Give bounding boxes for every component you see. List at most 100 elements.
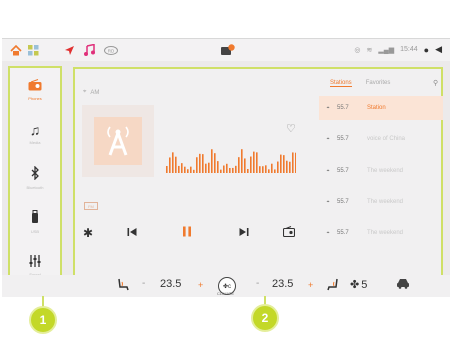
- right-temp-increase-button[interactable]: +: [308, 280, 313, 290]
- sidebar-item-label: USB: [30, 229, 40, 234]
- waveform-bar: [265, 165, 267, 173]
- right-temperature: 23.5: [272, 278, 294, 290]
- callout-2: 2: [251, 304, 279, 332]
- wifi-icon: ≋: [366, 46, 373, 54]
- sidebar-item-bluetooth[interactable]: Bluetooth: [10, 158, 60, 198]
- music-icon[interactable]: [84, 43, 95, 57]
- tab-stations[interactable]: Stations: [330, 80, 352, 87]
- driver-seat-heat-icon[interactable]: [116, 278, 130, 294]
- passenger-seat-heat-icon[interactable]: [326, 278, 340, 294]
- waveform-bar: [256, 152, 258, 173]
- notification-icon[interactable]: [221, 43, 235, 57]
- waveform-bar: [166, 166, 168, 173]
- tab-favorites[interactable]: Favorites: [366, 80, 391, 87]
- user-icon[interactable]: ●: [424, 45, 429, 55]
- station-frequency: 55.7: [337, 199, 349, 205]
- sidebar-item-media[interactable]: ♫ Media: [10, 114, 60, 154]
- waveform-bar: [259, 166, 261, 173]
- usb-icon: [31, 210, 39, 226]
- waveform-bar: [223, 165, 225, 173]
- waveform-bar: [244, 158, 246, 173]
- waveform-bar: [226, 163, 228, 173]
- callout-1: 1: [29, 306, 57, 334]
- climate-label: CLIMATE: [217, 291, 235, 296]
- current-station-header: ⌖ AM: [83, 89, 99, 96]
- antenna-icon: ⌖: [326, 199, 330, 205]
- waveform-bar: [205, 163, 207, 173]
- radio-status-icon[interactable]: RD: [104, 43, 118, 57]
- previous-track-icon[interactable]: [127, 226, 137, 240]
- station-band-label: AM: [90, 89, 100, 96]
- music-note-icon: ♫: [29, 122, 41, 138]
- sidebar-item-radio[interactable]: Phones: [10, 70, 60, 110]
- waveform-bar: [238, 157, 240, 173]
- waveform-bar: [211, 149, 213, 173]
- station-row[interactable]: ⌖ 55.7 The weekend: [319, 221, 443, 245]
- waveform-bar: [193, 169, 195, 173]
- antenna-icon: ⌖: [326, 105, 330, 111]
- waveform-bar: [247, 168, 249, 173]
- station-row[interactable]: ⌖ 55.7 The weekend: [319, 159, 443, 183]
- waveform-bar: [199, 153, 201, 173]
- radio-list-icon[interactable]: [282, 226, 296, 240]
- equalizer-icon: [28, 255, 42, 269]
- right-temp-decrease-button[interactable]: -: [256, 278, 259, 289]
- station-row[interactable]: ⌖ 55.7 voice of China: [319, 127, 443, 151]
- waveform-bar: [283, 155, 285, 173]
- antenna-icon: ⌖: [326, 168, 330, 174]
- waveform-bar: [229, 168, 231, 173]
- car-icon[interactable]: [396, 278, 410, 292]
- navigation-icon[interactable]: [64, 43, 75, 57]
- station-name: Station: [367, 105, 386, 111]
- fan-icon: ✤: [350, 279, 360, 291]
- status-indicators: ◎ ≋ ▂▄▆ 15:44 ● ◀: [354, 44, 442, 55]
- sidebar-item-label: Media: [29, 140, 41, 145]
- waveform-bar: [274, 169, 276, 173]
- station-tabs: Stations Favorites: [330, 80, 390, 87]
- waveform-bar: [235, 165, 237, 173]
- left-temp-increase-button[interactable]: +: [198, 280, 203, 290]
- audio-waveform: [166, 149, 296, 173]
- settings-gear-icon[interactable]: ✱: [83, 226, 93, 240]
- clock-time: 15:44: [400, 46, 418, 53]
- fan-speed-value: 5: [361, 278, 368, 291]
- next-track-icon[interactable]: [239, 226, 249, 240]
- waveform-bar: [289, 161, 291, 173]
- left-temp-decrease-button[interactable]: -: [142, 278, 145, 289]
- search-icon[interactable]: ⚲: [433, 79, 438, 87]
- signal-icon: ▂▄▆: [378, 46, 395, 54]
- antenna-icon: ⌖: [326, 230, 330, 236]
- station-name: The weekend: [367, 230, 404, 236]
- status-bar: RD ◎ ≋ ▂▄▆ 15:44 ● ◀: [2, 39, 450, 61]
- sidebar-item-usb[interactable]: USB: [10, 202, 60, 242]
- apps-grid-icon[interactable]: [28, 43, 39, 57]
- waveform-bar: [262, 166, 264, 173]
- station-name: The weekend: [367, 168, 404, 174]
- antenna-icon: ⌖: [326, 136, 330, 142]
- waveform-bar: [253, 151, 255, 173]
- waveform-bar: [208, 162, 210, 173]
- radio-panel: ⌖ AM ♡ FM ✱ Stations Favorites ⚲ ⌖ 55.7 …: [73, 67, 443, 297]
- waveform-bar: [202, 154, 204, 173]
- home-icon[interactable]: [10, 43, 22, 57]
- favorite-heart-icon[interactable]: ♡: [286, 122, 296, 135]
- waveform-bar: [250, 156, 252, 173]
- station-row[interactable]: ⌖ 55.7 The weekend: [319, 190, 443, 214]
- waveform-bar: [190, 166, 192, 173]
- waveform-bar: [217, 161, 219, 173]
- antenna-artwork-icon: [94, 117, 142, 165]
- camera-icon: ◎: [354, 46, 361, 54]
- pause-button[interactable]: [182, 226, 192, 240]
- infotainment-screen: RD ◎ ≋ ▂▄▆ 15:44 ● ◀ Phones ♫ Media Blue…: [2, 38, 450, 297]
- waveform-bar: [280, 154, 282, 173]
- waveform-bar: [295, 152, 296, 173]
- fan-auto-icon: ✤c: [222, 283, 232, 290]
- sidebar-item-label: Phones: [28, 96, 42, 101]
- figure: RD ◎ ≋ ▂▄▆ 15:44 ● ◀ Phones ♫ Media Blue…: [0, 0, 452, 340]
- volume-icon[interactable]: ◀: [435, 44, 442, 55]
- waveform-bar: [172, 152, 174, 173]
- fan-speed-control[interactable]: ✤ 5: [350, 278, 368, 292]
- waveform-bar: [187, 169, 189, 173]
- station-frequency: 55.7: [337, 168, 349, 174]
- station-row[interactable]: ⌖ 55.7 Station: [319, 96, 443, 120]
